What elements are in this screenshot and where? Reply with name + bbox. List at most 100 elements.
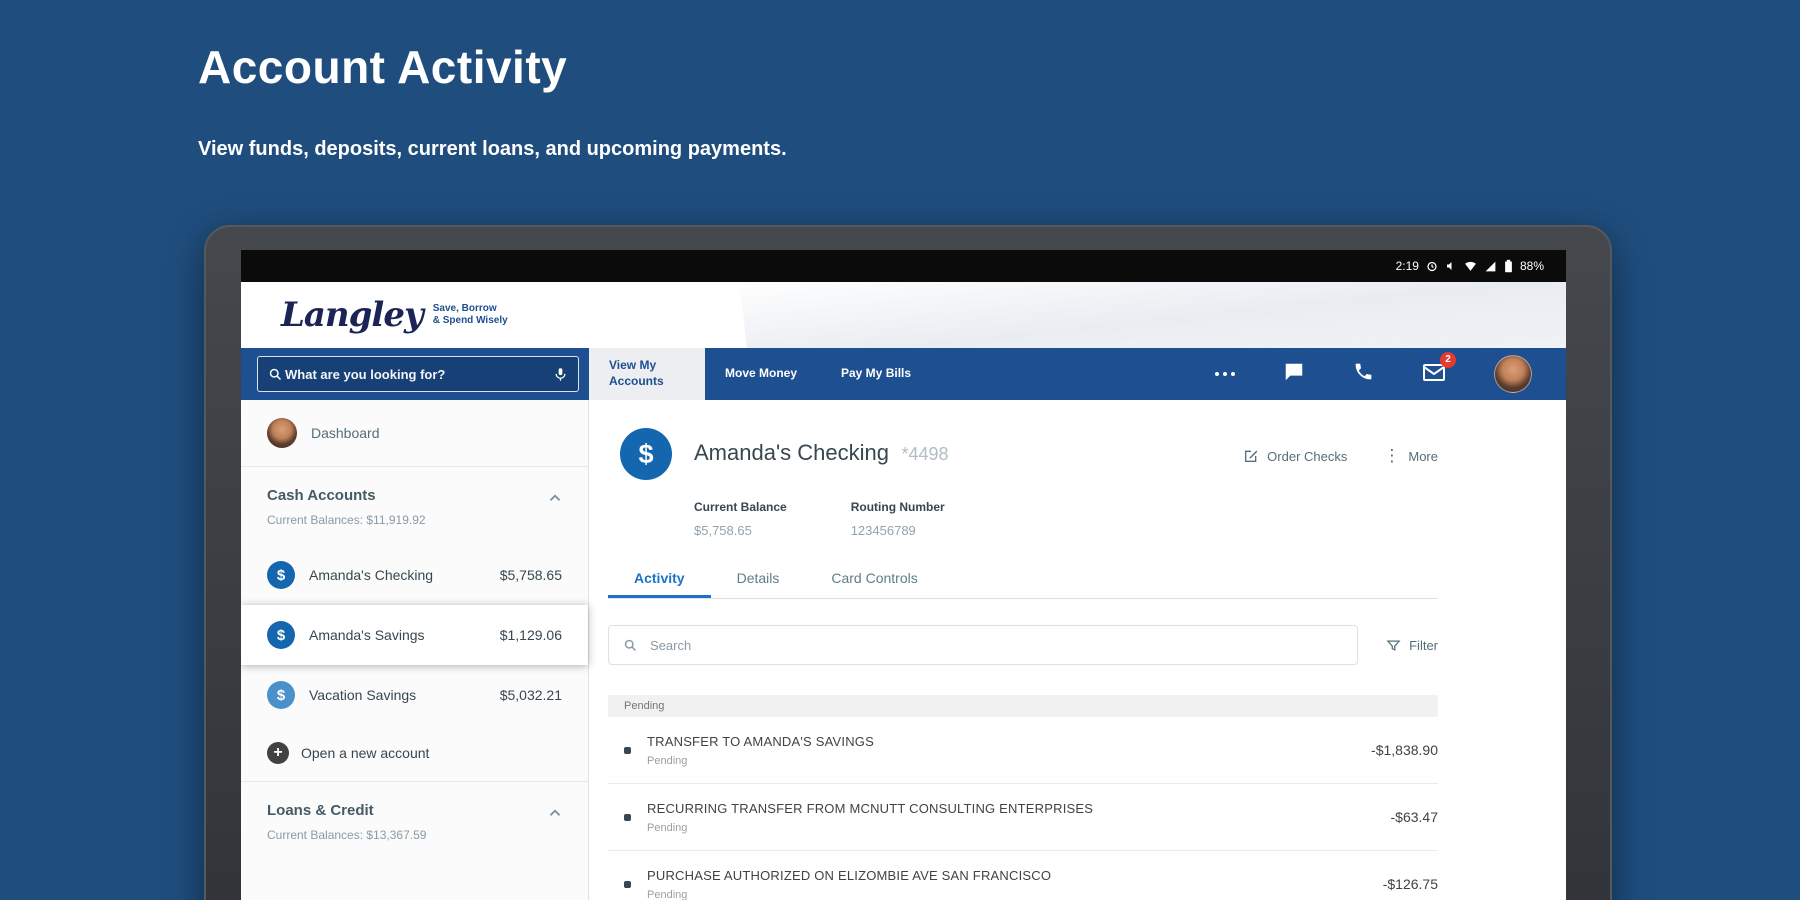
more-label: More <box>1408 449 1438 464</box>
collapse-chevron-up-icon[interactable] <box>546 804 564 822</box>
dashboard-avatar <box>267 418 297 448</box>
filter-label: Filter <box>1409 638 1438 653</box>
loans-credit-section-header: Loans & Credit Current Balances: $13,367… <box>241 782 588 848</box>
tablet-screen: 2:19 88% Langley Save, Borrow & Spend Wi… <box>241 250 1566 900</box>
order-checks-button[interactable]: Order Checks <box>1243 448 1347 464</box>
cash-accounts-section-header: Cash Accounts Current Balances: $11,919.… <box>241 467 588 533</box>
tagline-line-2: & Spend Wisely <box>433 315 508 327</box>
account-name: Amanda's Checking <box>309 567 433 583</box>
main-nav-bar: View My Accounts Move Money Pay My Bills <box>241 348 1566 400</box>
sidebar-account-vacation-savings[interactable]: $ Vacation Savings $5,032.21 <box>241 665 588 725</box>
transaction-status: Pending <box>647 755 874 767</box>
current-balance-value: $5,758.65 <box>694 523 787 538</box>
transaction-row[interactable]: RECURRING TRANSFER FROM MCNUTT CONSULTIN… <box>608 784 1438 851</box>
tagline-line-1: Save, Borrow <box>433 303 508 315</box>
loans-credit-balance: Current Balances: $13,367.59 <box>267 828 562 848</box>
nav-search-area <box>241 348 589 400</box>
plus-icon: + <box>267 742 289 764</box>
filter-icon <box>1386 638 1401 653</box>
dollar-icon: $ <box>267 681 295 709</box>
filter-button[interactable]: Filter <box>1386 638 1438 653</box>
accounts-sidebar: Dashboard Cash Accounts Current Balances… <box>241 400 589 900</box>
more-menu-icon[interactable] <box>1215 372 1235 376</box>
collapse-chevron-up-icon[interactable] <box>546 489 564 507</box>
phone-icon[interactable] <box>1353 361 1374 387</box>
account-number-mask: *4498 <box>901 444 948 464</box>
transaction-amount: -$126.75 <box>1383 876 1438 892</box>
tab-activity[interactable]: Activity <box>608 570 711 598</box>
transaction-row[interactable]: TRANSFER TO AMANDA'S SAVINGS Pending -$1… <box>608 717 1438 784</box>
account-name: Vacation Savings <box>309 687 416 703</box>
battery-icon <box>1504 259 1513 273</box>
account-balance: $1,129.06 <box>500 627 562 643</box>
marketing-screenshot: Account Activity View funds, deposits, c… <box>0 0 1800 900</box>
microphone-icon[interactable] <box>553 367 568 382</box>
routing-number-label: Routing Number <box>851 500 945 514</box>
transaction-status: Pending <box>647 889 1051 900</box>
tablet-frame: 2:19 88% Langley Save, Borrow & Spend Wi… <box>204 225 1612 900</box>
cash-accounts-title: Cash Accounts <box>267 487 562 504</box>
transaction-marker-icon <box>624 747 631 754</box>
dashboard-label: Dashboard <box>311 425 380 441</box>
app-content: Dashboard Cash Accounts Current Balances… <box>241 400 1566 900</box>
signal-icon <box>1484 260 1497 273</box>
cash-accounts-list: $ Amanda's Checking $5,758.65 $ Amanda's… <box>241 545 588 725</box>
search-icon <box>623 638 638 653</box>
order-checks-icon <box>1243 448 1259 464</box>
tab-details[interactable]: Details <box>711 570 806 598</box>
nav-tab-move-money[interactable]: Move Money <box>705 348 821 400</box>
pending-section-header: Pending <box>608 695 1438 717</box>
transaction-status: Pending <box>647 822 1093 834</box>
mail-badge: 2 <box>1440 352 1456 368</box>
transaction-marker-icon <box>624 814 631 821</box>
open-new-account-button[interactable]: + Open a new account <box>241 725 588 782</box>
search-icon <box>268 367 283 382</box>
status-time: 2:19 <box>1396 259 1419 273</box>
global-search[interactable] <box>257 356 579 392</box>
transaction-row[interactable]: PURCHASE AUTHORIZED ON ELIZOMBIE AVE SAN… <box>608 851 1438 900</box>
loans-credit-title: Loans & Credit <box>267 802 562 819</box>
routing-number-value: 123456789 <box>851 523 945 538</box>
langley-logo[interactable]: Langley <box>281 295 423 335</box>
nav-tab-view-my-accounts[interactable]: View My Accounts <box>589 348 705 400</box>
transaction-marker-icon <box>624 881 631 888</box>
detail-tabs: Activity Details Card Controls <box>608 570 1438 599</box>
account-header: $ Amanda's Checking *4498 Order Checks <box>608 400 1438 480</box>
sidebar-item-dashboard[interactable]: Dashboard <box>241 400 588 467</box>
nav-tab-label: View My Accounts <box>609 358 685 389</box>
mute-icon <box>1445 260 1457 272</box>
activity-search[interactable] <box>608 625 1358 665</box>
nav-tab-pay-my-bills[interactable]: Pay My Bills <box>821 348 937 400</box>
page-subtitle: View funds, deposits, current loans, and… <box>198 138 787 161</box>
logo-tagline: Save, Borrow & Spend Wisely <box>433 303 508 327</box>
app-header: Langley Save, Borrow & Spend Wisely <box>241 282 1566 348</box>
account-detail-panel: $ Amanda's Checking *4498 Order Checks <box>589 400 1566 900</box>
wifi-icon <box>1464 260 1477 273</box>
vertical-ellipsis-icon: ⋮ <box>1383 446 1400 466</box>
current-balance-label: Current Balance <box>694 500 787 514</box>
tab-card-controls[interactable]: Card Controls <box>805 570 943 598</box>
page-title: Account Activity <box>198 40 567 94</box>
account-summary: Current Balance $5,758.65 Routing Number… <box>694 500 1438 538</box>
transaction-name: TRANSFER TO AMANDA'S SAVINGS <box>647 734 874 749</box>
cash-accounts-balance: Current Balances: $11,919.92 <box>267 513 562 533</box>
transaction-name: RECURRING TRANSFER FROM MCNUTT CONSULTIN… <box>647 801 1093 816</box>
header-wave-decoration <box>740 282 1566 348</box>
more-button[interactable]: ⋮ More <box>1383 446 1438 466</box>
nav-icon-group: 2 <box>1215 348 1566 400</box>
dollar-icon: $ <box>267 621 295 649</box>
open-new-account-label: Open a new account <box>301 745 429 761</box>
nav-tab-label: Move Money <box>725 366 801 382</box>
global-search-input[interactable] <box>283 366 553 383</box>
dollar-icon: $ <box>620 428 672 480</box>
chat-icon[interactable] <box>1283 361 1305 388</box>
user-avatar[interactable] <box>1494 355 1532 393</box>
sidebar-account-amandas-savings[interactable]: $ Amanda's Savings $1,129.06 <box>241 605 588 665</box>
header-wave-decoration <box>958 282 1566 348</box>
account-actions: Order Checks ⋮ More <box>1243 428 1438 466</box>
activity-search-input[interactable] <box>648 637 1343 654</box>
sidebar-account-amandas-checking[interactable]: $ Amanda's Checking $5,758.65 <box>241 545 588 605</box>
status-bar: 2:19 88% <box>241 250 1566 282</box>
battery-percent: 88% <box>1520 259 1544 273</box>
mail-icon[interactable]: 2 <box>1422 360 1446 389</box>
